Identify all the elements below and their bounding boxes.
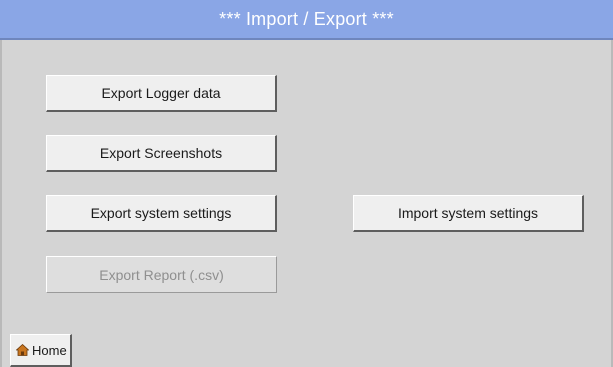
home-icon <box>16 344 29 356</box>
export-system-settings-button[interactable]: Export system settings <box>46 195 277 232</box>
import-system-settings-button[interactable]: Import system settings <box>353 195 584 232</box>
import-system-settings-label: Import system settings <box>397 205 539 221</box>
home-button[interactable]: Home <box>10 334 72 367</box>
export-logger-data-label: Export Logger data <box>101 85 221 101</box>
page-title: *** Import / Export *** <box>0 0 613 40</box>
export-report-csv-button: Export Report (.csv) <box>46 256 277 293</box>
home-label: Home <box>32 342 67 358</box>
export-logger-data-button[interactable]: Export Logger data <box>46 75 277 112</box>
import-export-screen: *** Import / Export *** Export Logger da… <box>0 0 613 367</box>
export-screenshots-button[interactable]: Export Screenshots <box>46 135 277 172</box>
export-screenshots-label: Export Screenshots <box>99 145 223 161</box>
export-report-csv-label: Export Report (.csv) <box>99 266 224 283</box>
export-system-settings-label: Export system settings <box>90 205 232 221</box>
main-panel: Export Logger data Export Screenshots Ex… <box>0 40 613 367</box>
